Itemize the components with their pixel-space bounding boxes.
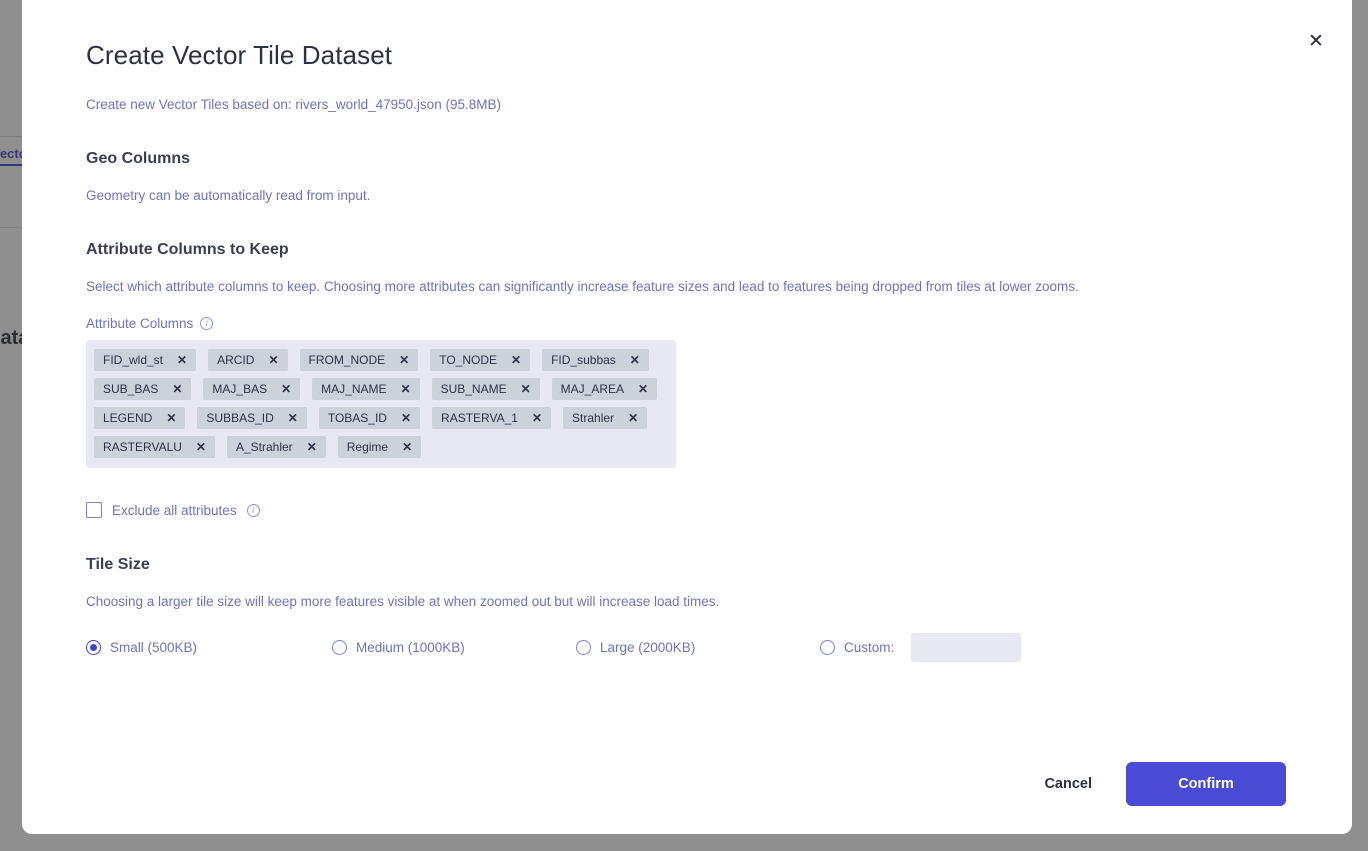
remove-chip-icon[interactable]: ✕	[196, 441, 206, 453]
remove-chip-icon[interactable]: ✕	[638, 383, 648, 395]
attribute-columns-heading: Attribute Columns to Keep	[86, 241, 289, 258]
remove-chip-icon[interactable]: ✕	[628, 412, 638, 424]
radio-option-large[interactable]: Large (2000KB)	[576, 640, 820, 655]
attribute-chip-label: RASTERVALU	[103, 440, 182, 454]
attribute-chip[interactable]: FID_subbas ✕	[542, 349, 649, 371]
attribute-chip[interactable]: FROM_NODE ✕	[299, 349, 419, 371]
info-icon[interactable]: i	[246, 503, 260, 517]
attribute-chip[interactable]: TOBAS_ID ✕	[318, 407, 421, 429]
attribute-chip[interactable]: LEGEND ✕	[94, 407, 186, 429]
remove-chip-icon[interactable]: ✕	[288, 412, 298, 424]
attribute-chip-label: TOBAS_ID	[327, 411, 387, 425]
attribute-columns-field-label: Attribute Columns i	[86, 316, 1288, 331]
attribute-columns-input[interactable]: FID_wld_st ✕ ARCID ✕ FROM_NODE ✕ TO_NODE ✕ FID_s…	[86, 340, 676, 468]
attribute-chip-label: ARCID	[217, 353, 255, 367]
radio-option-small[interactable]: Small (500KB)	[86, 640, 332, 655]
remove-chip-icon[interactable]: ✕	[166, 412, 176, 424]
geo-columns-description: Geometry can be automatically read from …	[86, 188, 371, 203]
attribute-chip[interactable]: MAJ_NAME ✕	[312, 378, 420, 400]
attribute-chip[interactable]: TO_NODE ✕	[430, 349, 531, 371]
attribute-chip[interactable]: SUB_NAME ✕	[431, 378, 540, 400]
attribute-chip-label: MAJ_BAS	[212, 382, 268, 396]
attribute-chip[interactable]: Regime ✕	[337, 436, 422, 458]
tile-size-heading: Tile Size	[86, 556, 150, 573]
remove-chip-icon[interactable]: ✕	[268, 354, 278, 366]
tile-size-radio-group: Small (500KB) Medium (1000KB) Large (200…	[86, 633, 1288, 662]
attribute-chip-label: LEGEND	[103, 411, 153, 425]
custom-tile-size-input[interactable]	[911, 633, 1022, 662]
exclude-all-attributes-row: Exclude all attributes i	[86, 502, 1288, 518]
attribute-chip-label: SUB_NAME	[440, 382, 507, 396]
create-vector-tile-dataset-dialog: ✕ Create Vector Tile Dataset Create new …	[22, 0, 1352, 834]
radio-option-custom[interactable]: Custom:	[820, 633, 1022, 662]
radio-small-label: Small (500KB)	[110, 640, 198, 655]
attribute-chip-label: RASTERVA_1	[441, 411, 518, 425]
remove-chip-icon[interactable]: ✕	[401, 412, 411, 424]
attribute-chip-label: FID_subbas	[551, 353, 616, 367]
attribute-chip-label: MAJ_AREA	[560, 382, 625, 396]
radio-medium-label: Medium (1000KB)	[356, 640, 465, 655]
attribute-chip-label: SUB_BAS	[103, 382, 159, 396]
remove-chip-icon[interactable]: ✕	[511, 354, 521, 366]
attribute-chip-label: Strahler	[572, 411, 615, 425]
attribute-chip[interactable]: A_Strahler ✕	[226, 436, 326, 458]
remove-chip-icon[interactable]: ✕	[172, 383, 182, 395]
dialog-body: Create Vector Tile Dataset Create new Ve…	[22, 0, 1352, 662]
attribute-chip-label: TO_NODE	[439, 353, 498, 367]
remove-chip-icon[interactable]: ✕	[532, 412, 542, 424]
geo-columns-heading: Geo Columns	[86, 150, 191, 167]
attribute-chip[interactable]: MAJ_BAS ✕	[203, 378, 301, 400]
attribute-chip-label: Regime	[346, 440, 389, 454]
remove-chip-icon[interactable]: ✕	[307, 441, 317, 453]
radio-custom-label: Custom:	[844, 640, 895, 655]
radio-large-label: Large (2000KB)	[600, 640, 696, 655]
remove-chip-icon[interactable]: ✕	[521, 383, 531, 395]
attribute-chip[interactable]: Strahler ✕	[563, 407, 648, 429]
remove-chip-icon[interactable]: ✕	[281, 383, 291, 395]
tile-size-description: Choosing a larger tile size will keep mo…	[86, 594, 720, 609]
radio-option-medium[interactable]: Medium (1000KB)	[332, 640, 576, 655]
attribute-chip[interactable]: FID_wld_st ✕	[94, 349, 197, 371]
confirm-button[interactable]: Confirm	[1126, 762, 1286, 806]
exclude-all-attributes-checkbox[interactable]	[86, 502, 102, 518]
info-icon[interactable]: i	[200, 317, 214, 330]
dialog-footer: Cancel Confirm	[22, 734, 1352, 834]
attribute-chip-label: SUBBAS_ID	[206, 411, 274, 425]
radio-custom-control[interactable]	[820, 640, 835, 655]
attribute-columns-description: Select which attribute columns to keep. …	[86, 279, 1079, 294]
radio-small-control[interactable]	[86, 640, 101, 655]
remove-chip-icon[interactable]: ✕	[177, 354, 187, 366]
attribute-chip-label: MAJ_NAME	[321, 382, 387, 396]
attribute-chip[interactable]: SUB_BAS ✕	[94, 378, 192, 400]
cancel-button[interactable]: Cancel	[1024, 764, 1112, 804]
dialog-subtitle: Create new Vector Tiles based on: rivers…	[86, 97, 501, 112]
exclude-all-attributes-label: Exclude all attributes	[112, 502, 237, 518]
remove-chip-icon[interactable]: ✕	[402, 441, 412, 453]
attribute-chip[interactable]: MAJ_AREA ✕	[551, 378, 658, 400]
remove-chip-icon[interactable]: ✕	[399, 354, 409, 366]
attribute-chip[interactable]: RASTERVALU ✕	[94, 436, 215, 458]
remove-chip-icon[interactable]: ✕	[401, 383, 411, 395]
remove-chip-icon[interactable]: ✕	[630, 354, 640, 366]
radio-large-control[interactable]	[576, 640, 591, 655]
dialog-title: Create Vector Tile Dataset	[86, 40, 393, 70]
radio-medium-control[interactable]	[332, 640, 347, 655]
close-icon[interactable]: ✕	[1303, 28, 1329, 54]
attribute-columns-label-text: Attribute Columns	[86, 316, 194, 331]
attribute-chip[interactable]: RASTERVA_1 ✕	[432, 407, 552, 429]
attribute-chip[interactable]: SUBBAS_ID ✕	[197, 407, 307, 429]
attribute-chip-label: FROM_NODE	[308, 353, 386, 367]
attribute-chip-label: FID_wld_st	[103, 353, 164, 367]
attribute-chip[interactable]: ARCID ✕	[208, 349, 288, 371]
attribute-chip-label: A_Strahler	[235, 440, 293, 454]
